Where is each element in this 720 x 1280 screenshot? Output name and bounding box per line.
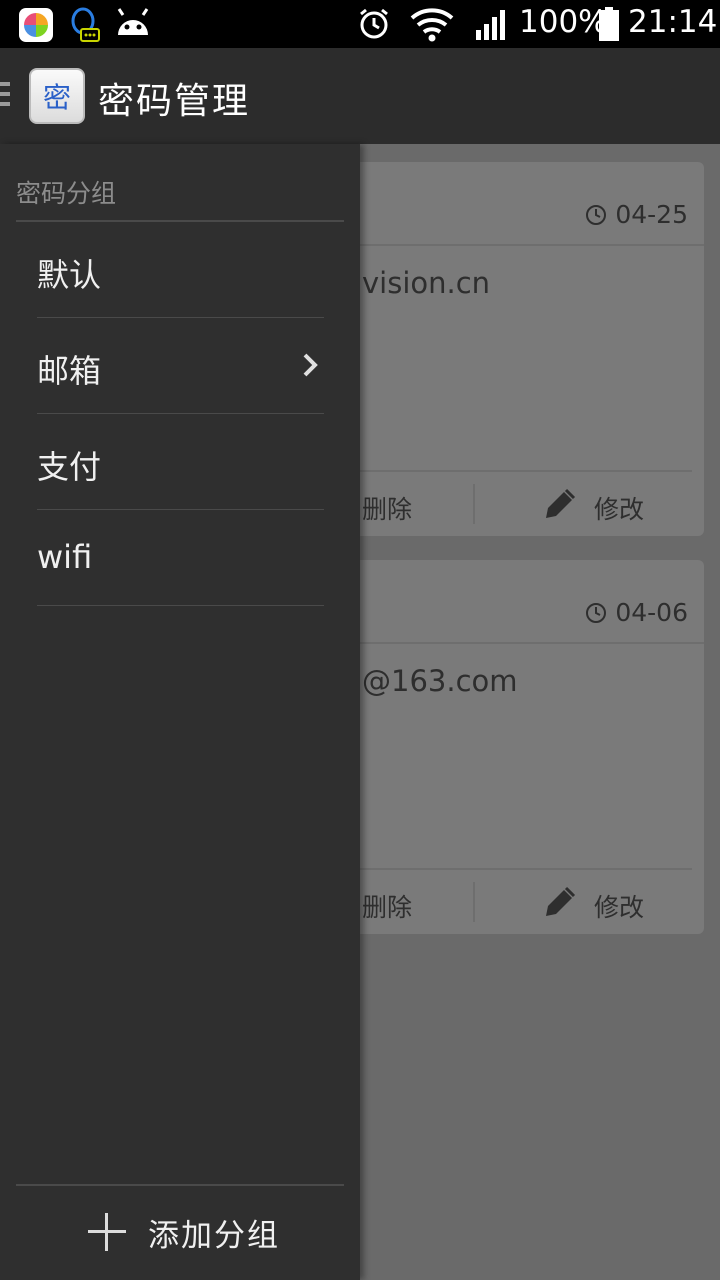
status-bar: 100% 21:14 <box>0 0 720 48</box>
card-date-text: 04-25 <box>615 200 688 229</box>
divider <box>16 1184 344 1186</box>
clock: 21:14 <box>628 4 718 40</box>
qq-icon <box>71 7 100 42</box>
clock-icon <box>586 204 607 225</box>
chevron-right-icon <box>303 353 318 377</box>
card-edit-button[interactable]: 修改 <box>594 490 644 526</box>
card-date: 04-06 <box>585 598 688 627</box>
group-item-label: 默认 <box>37 256 102 294</box>
android-icon <box>117 8 149 35</box>
group-item-label: 邮箱 <box>37 352 102 390</box>
group-item-default[interactable]: 默认 <box>37 222 324 318</box>
card-date-text: 04-06 <box>615 598 688 627</box>
battery-icon <box>599 7 619 41</box>
card-edit-button[interactable]: 修改 <box>594 888 644 924</box>
battery-percent: 100% <box>519 4 608 40</box>
drawer-toggle-icon[interactable] <box>0 82 10 112</box>
add-group-button[interactable]: 添加分组 <box>88 1210 280 1254</box>
group-item-label: 支付 <box>37 448 102 486</box>
signal-icon <box>476 10 505 40</box>
navigation-drawer: 密码分组 默认 邮箱 支付 wifi 添加分组 <box>0 144 360 1280</box>
card-date: 04-25 <box>585 200 688 229</box>
plus-icon <box>88 1213 126 1251</box>
group-item-payment[interactable]: 支付 <box>37 414 324 510</box>
add-group-label: 添加分组 <box>148 1217 280 1254</box>
drawer-header: 密码分组 <box>16 179 117 208</box>
app-title: 密码管理 <box>98 81 251 122</box>
group-item-wifi[interactable]: wifi <box>37 510 324 606</box>
edit-icon <box>546 886 576 916</box>
alarm-icon <box>360 8 388 39</box>
wifi-icon <box>410 8 454 42</box>
app-store-icon <box>19 8 53 42</box>
password-card[interactable]: 04-06 @163.com 删除 修改 <box>340 560 704 934</box>
group-item-label: wifi <box>37 538 93 576</box>
card-account: vision.cn <box>362 266 491 300</box>
edit-icon <box>546 488 576 518</box>
group-item-email[interactable]: 邮箱 <box>37 318 324 414</box>
password-card[interactable]: 04-25 vision.cn 删除 修改 <box>340 162 704 536</box>
card-delete-button[interactable]: 删除 <box>362 888 412 924</box>
card-account: @163.com <box>362 664 518 698</box>
card-delete-button[interactable]: 删除 <box>362 490 412 526</box>
app-logo-icon[interactable]: 密 <box>29 68 85 124</box>
clock-icon <box>586 602 607 623</box>
